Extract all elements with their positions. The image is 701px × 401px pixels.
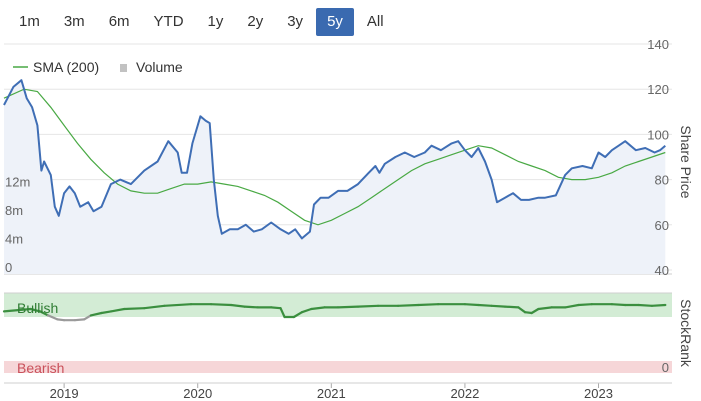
range-button-2y[interactable]: 2y: [236, 8, 274, 36]
stockrank-line-segment: [73, 318, 86, 322]
price-tick-label: 80: [655, 173, 669, 188]
year-tick-label: 2019: [50, 386, 79, 401]
price-tick-label: 120: [647, 82, 669, 97]
price-tick-label: 100: [647, 127, 669, 142]
price-axis-label: Share Price: [678, 125, 694, 198]
stockrank-panel: [2, 292, 672, 373]
range-button-3m[interactable]: 3m: [53, 8, 96, 36]
stockrank-line-segment: [270, 306, 282, 310]
legend-volume-label[interactable]: Volume: [136, 59, 183, 75]
range-button-ytd[interactable]: YTD: [143, 8, 195, 36]
range-button-1m[interactable]: 1m: [8, 8, 51, 36]
stockrank-line-segment: [417, 303, 440, 307]
legend[interactable]: SMA (200) Volume: [13, 59, 183, 75]
stockrank-axis-label: StockRank: [678, 299, 694, 368]
volume-tick-label: 8m: [5, 203, 23, 218]
year-tick-label: 2023: [584, 386, 613, 401]
bullish-zone-label: Bullish: [17, 300, 58, 316]
volume-tick-label: 0: [5, 260, 12, 275]
price-area: [4, 80, 666, 274]
range-button-1y[interactable]: 1y: [197, 8, 235, 36]
stockrank-line-segment: [637, 303, 654, 307]
price-area-fill: [4, 80, 666, 274]
legend-sma-label[interactable]: SMA (200): [33, 59, 99, 75]
range-selector: 1m 3m 6m YTD 1y 2y 3y 5y All: [8, 8, 397, 36]
range-button-all[interactable]: All: [356, 8, 395, 36]
stockrank-line-segment: [123, 307, 146, 311]
legend-volume-swatch: [120, 64, 127, 72]
price-tick-label: 60: [655, 218, 669, 233]
year-tick-label: 2020: [183, 386, 212, 401]
stockrank-line-segment: [209, 303, 233, 307]
volume-tick-label: 4m: [5, 232, 23, 247]
range-button-5y[interactable]: 5y: [316, 8, 354, 36]
bearish-zone: [4, 361, 672, 373]
stockrank-line-segment: [463, 303, 480, 307]
stockrank-line-segment: [243, 305, 259, 309]
year-tick-label: 2021: [317, 386, 346, 401]
price-tick-label: 140: [647, 37, 669, 52]
stock-chart: 40 60 80 100 120 140 0 4m 8m 12m 2019 2020 2021 2022 2…: [2, 37, 694, 401]
bearish-zone-label: Bearish: [17, 360, 64, 376]
stockrank-line-segment: [650, 303, 667, 307]
stockrank-line-segment: [503, 305, 520, 309]
volume-tick-label: 12m: [5, 175, 30, 190]
stockrank-tick-label: 0: [662, 360, 669, 375]
year-tick-label: 2022: [450, 386, 479, 401]
stockrank-line-segment: [490, 304, 507, 308]
stockrank-line-segment: [610, 303, 627, 307]
stockrank-line-segment: [477, 303, 493, 307]
stockrank-line-segment: [336, 305, 360, 309]
stockrank-line-segment: [356, 304, 380, 308]
stockrank-line-segment: [397, 303, 420, 307]
range-button-3y[interactable]: 3y: [276, 8, 314, 36]
range-button-6m[interactable]: 6m: [98, 8, 141, 36]
stockrank-line-segment: [577, 303, 593, 307]
price-tick-label: 40: [655, 263, 669, 278]
